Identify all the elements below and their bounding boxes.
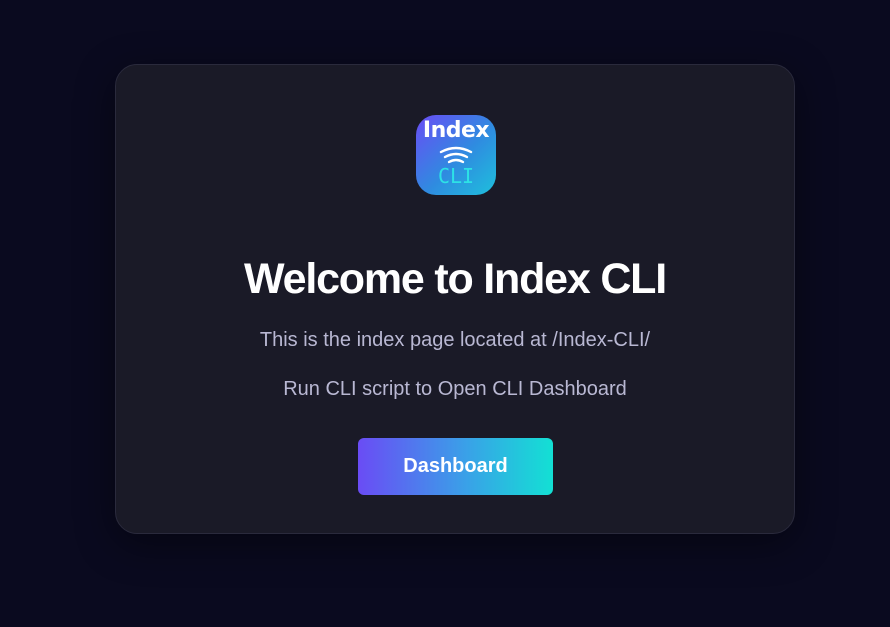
page-instruction: Run CLI script to Open CLI Dashboard	[283, 378, 627, 400]
welcome-card: Index CLI Welcome to Index CLI This is t…	[115, 64, 795, 534]
logo-bottom-text: CLI	[437, 164, 475, 188]
page-description: This is the index page located at /Index…	[259, 329, 651, 351]
dashboard-button[interactable]: Dashboard	[358, 438, 553, 495]
index-cli-logo: Index CLI	[416, 115, 496, 195]
wifi-waves-icon	[439, 146, 473, 164]
page-title: Welcome to Index CLI	[244, 255, 667, 303]
logo-top-text: Index	[422, 118, 490, 143]
